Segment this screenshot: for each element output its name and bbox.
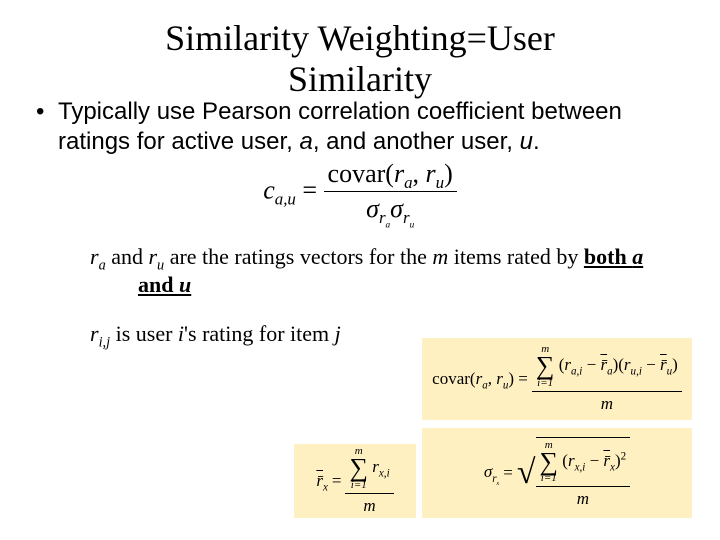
eq1-s1: σ [366,194,379,223]
eq1-sep: , [413,159,426,188]
eq1-lhs: c [263,175,275,204]
rbar-lhs-sub: x [323,481,328,493]
n1-and: and [106,244,149,269]
eq1-s2-sub: r [403,208,410,227]
eq1-covar: covar( [328,159,394,188]
n2-r-sub: i,j [99,335,111,351]
sg-m: − [585,451,603,470]
eq1-ru-sub: u [436,173,444,192]
rbar-eq: = [332,471,342,491]
n1-ra: r [90,244,99,269]
formula-covar: covar(ra, ru) = m ∑ i=1 (ra,i − r̄a)(ru,… [422,338,692,420]
n1-and2: and [138,272,179,297]
cv-m1: − [582,355,600,374]
sg-frac: m ∑ i=1 (rx,i − r̄x)2 m [536,440,631,509]
eq1-frac: covar(ra, ru) σraσru [324,159,457,226]
sum-icon: m ∑ i=1 [536,344,555,388]
title-line-2: Similarity [288,59,432,99]
eq1-close: ) [444,159,453,188]
n1-both: both [584,244,632,269]
rbar-den: m [345,493,393,516]
eq1-num: covar(ra, ru) [324,159,457,191]
n2-r: r [90,321,99,346]
cv-t2b: r̄ [660,355,667,374]
sg-t1s: x,i [575,461,586,473]
bullet-end: . [533,128,540,155]
note-ra-ru: ra and ru are the ratings vectors for th… [90,243,650,298]
rbar-frac: m ∑ i=1 rx,i m [345,446,393,515]
cv-end: ) [672,355,678,374]
cv-ru: r [496,369,503,388]
rbar-term: r [372,457,379,476]
sqrt-icon: √ m ∑ i=1 (rx,i − r̄x)2 m [517,437,630,509]
sg-pow: 2 [621,450,627,462]
eq1-ra: r [394,159,404,188]
bullet-1: • Typically use Pearson correlation coef… [36,97,690,157]
sg-lhs: σ [484,462,492,481]
bullet-dot: • [36,97,58,157]
formula-sigma: σrx = √ m ∑ i=1 (rx,i − r̄x)2 [422,428,692,518]
bullet-u: u [520,128,533,155]
formula-rbar: r̄x = m ∑ i=1 rx,i m [294,444,416,518]
n2-rest1: is user [110,321,178,346]
bullet-a: a [299,128,312,155]
sg-den: m [536,486,631,509]
sg-eq: = [503,463,513,483]
cv-frac: m ∑ i=1 (ra,i − r̄a)(ru,i − r̄u) m [532,344,682,413]
bullet-text: Typically use Pearson correlation coeffi… [58,97,690,157]
sum-icon: m ∑ i=1 [349,446,368,490]
note1-line: ra and ru are the ratings vectors for th… [90,243,650,298]
rbar-lhs: r̄ [316,471,323,490]
cv-lhs: covar( [432,369,475,388]
sg-lhs-ssub: x [497,481,500,487]
cv-m2: − [642,355,660,374]
sg-t1: r [568,451,575,470]
rbar-bot: i=1 [351,480,367,491]
eq1-eq: = [296,175,324,204]
cv-t2s: u,i [631,366,642,378]
cv-t2: r [624,355,631,374]
n1-rest2: items rated by [448,244,584,269]
slide-title: Similarity Weighting=User Similarity [30,18,690,101]
cv-mid: )( [613,355,624,374]
eq1-ru: r [426,159,436,188]
sum-icon: m ∑ i=1 [540,440,559,484]
sg-bot: i=1 [541,473,557,484]
n1-rest1: are the ratings vectors for the [164,244,432,269]
eq1-s2: σ [390,194,403,223]
cv-sep: , [488,369,497,388]
n1-ru: r [148,244,157,269]
n1-ra-sub: a [99,258,106,274]
n2-rest2: 's rating for item [184,321,335,346]
bullet-mid: , and another user, [313,128,520,155]
eq1-den: σraσru [324,191,457,226]
cv-t1: r [564,355,571,374]
equation-cau: ca,u = covar(ra, ru) σraσru [30,159,690,226]
eq1-lhs-sub: a,u [275,189,296,208]
slide: Similarity Weighting=User Similarity • T… [0,0,720,540]
n1-m: m [432,244,448,269]
cv-close: ) = [508,369,528,388]
eq1-s1-sub: r [379,208,386,227]
eq1-s2-ssub: u [410,220,415,230]
title-line-1: Similarity Weighting=User [165,18,555,58]
cv-t1s: a,i [571,366,582,378]
n2-j: j [335,321,341,346]
eq1-ra-sub: a [404,173,412,192]
n1-a: a [632,244,643,269]
cv-den: m [532,391,682,414]
cv-bot: i=1 [537,378,553,389]
n1-u: u [179,272,191,297]
rbar-term-sub: x,i [379,468,390,480]
